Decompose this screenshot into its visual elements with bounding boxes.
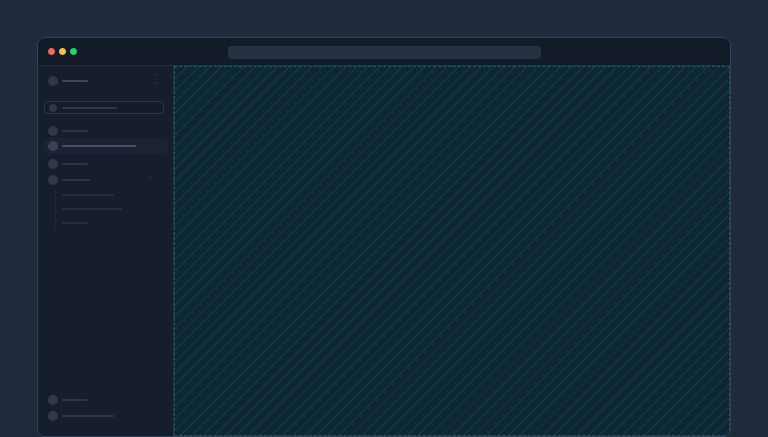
user-avatar — [48, 411, 58, 421]
sidebar-item-icon — [48, 126, 58, 136]
address-bar[interactable] — [228, 46, 541, 59]
main-canvas-placeholder — [174, 66, 730, 436]
sub-item-guide — [55, 189, 56, 229]
sub-item-1[interactable] — [62, 194, 114, 196]
workspace-avatar-icon — [48, 76, 58, 86]
workspace-switcher[interactable] — [48, 75, 88, 87]
sidebar-footer-item-2[interactable] — [48, 410, 114, 422]
sidebar-footer-item-1[interactable] — [48, 394, 88, 406]
search-icon — [49, 103, 57, 112]
minimize-window-button[interactable] — [59, 48, 66, 55]
sidebar-item-label-placeholder — [62, 145, 136, 147]
app-window: ⌃ ⌄ ⌃ — [37, 37, 731, 437]
title-bar — [38, 38, 730, 66]
chevron-up-icon[interactable]: ⌃ — [147, 176, 153, 184]
sidebar-item-1[interactable] — [48, 125, 88, 137]
maximize-window-button[interactable] — [70, 48, 77, 55]
sidebar-item-icon — [48, 141, 58, 151]
sidebar: ⌃ ⌄ ⌃ — [38, 66, 174, 436]
workspace-name-placeholder — [62, 80, 88, 82]
sidebar-item-icon — [48, 175, 58, 185]
sidebar-item-label-placeholder — [62, 163, 88, 165]
sidebar-item-3[interactable] — [48, 158, 88, 170]
sidebar-item-label-placeholder — [62, 179, 90, 181]
sub-item-3[interactable] — [62, 222, 88, 224]
chevron-up-down-icon[interactable]: ⌃ ⌄ — [152, 74, 158, 86]
sidebar-item-2-active[interactable] — [48, 140, 136, 152]
sidebar-item-icon — [48, 159, 58, 169]
sidebar-item-icon — [48, 395, 58, 405]
sidebar-item-label-placeholder — [62, 130, 88, 132]
search-input[interactable] — [44, 101, 164, 114]
sidebar-item-label-placeholder — [62, 399, 88, 401]
sidebar-item-4-group[interactable] — [48, 174, 90, 186]
close-window-button[interactable] — [48, 48, 55, 55]
search-placeholder-bar — [62, 107, 117, 109]
sidebar-item-label-placeholder — [62, 415, 114, 417]
sub-item-2[interactable] — [62, 208, 122, 210]
